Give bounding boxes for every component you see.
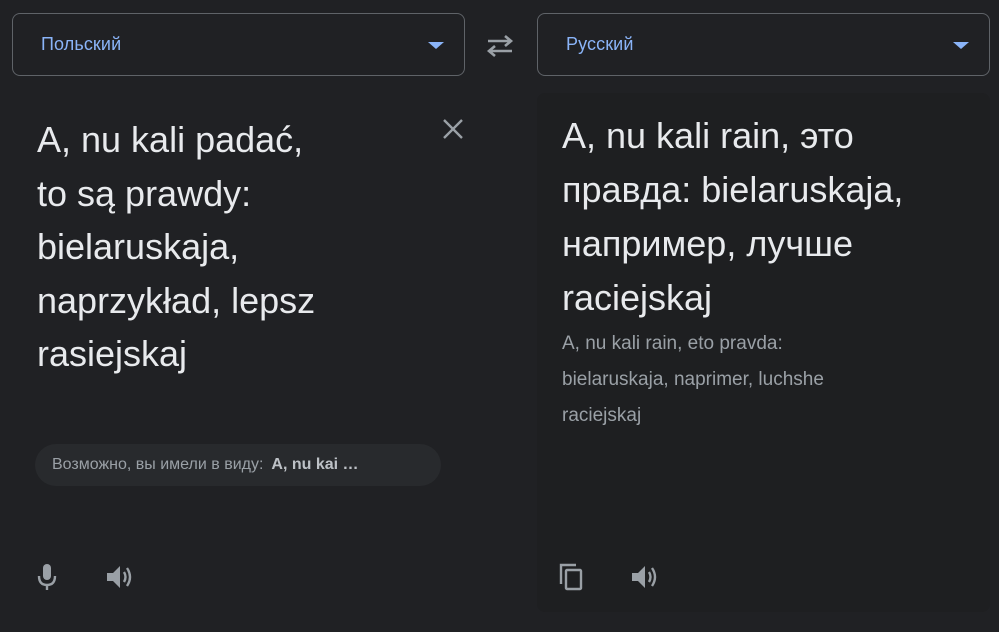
microphone-icon xyxy=(37,564,57,590)
target-panel: A, nu kali rain, это правда: bielaruskaj… xyxy=(537,93,990,612)
source-language-label: Польский xyxy=(41,34,122,54)
close-icon xyxy=(443,119,463,139)
copy-translation-button[interactable] xyxy=(551,557,591,597)
translation-text: A, nu kali rain, это правда: bielaruskaj… xyxy=(562,115,904,318)
transliteration-text: A, nu kali rain, eto pravda: bielaruskaj… xyxy=(562,333,824,426)
copy-icon xyxy=(559,563,583,591)
chevron-down-icon xyxy=(428,42,444,49)
speaker-icon xyxy=(632,566,657,588)
suggestion-prefix: Возможно, вы имели в виду: xyxy=(52,456,264,473)
swap-arrows-icon xyxy=(486,35,514,57)
did-you-mean-suggestion[interactable]: Возможно, вы имели в виду: A, nu kai … xyxy=(35,444,441,486)
voice-input-button[interactable] xyxy=(27,557,67,597)
chevron-down-icon xyxy=(953,42,969,49)
swap-languages-button[interactable] xyxy=(480,28,520,64)
listen-source-button[interactable] xyxy=(99,557,139,597)
suggestion-value[interactable]: A, nu kai … xyxy=(271,456,358,474)
clear-source-button[interactable] xyxy=(437,113,469,145)
speaker-icon xyxy=(107,566,132,588)
target-language-label: Русский xyxy=(566,34,634,54)
source-text-input[interactable]: A, nu kali padać, to są prawdy: bielarus… xyxy=(37,113,417,381)
source-language-select[interactable]: Польский xyxy=(12,13,465,76)
source-panel: A, nu kali padać, to są prawdy: bielarus… xyxy=(0,93,523,632)
listen-translation-button[interactable] xyxy=(624,557,664,597)
target-language-select[interactable]: Русский xyxy=(537,13,990,76)
